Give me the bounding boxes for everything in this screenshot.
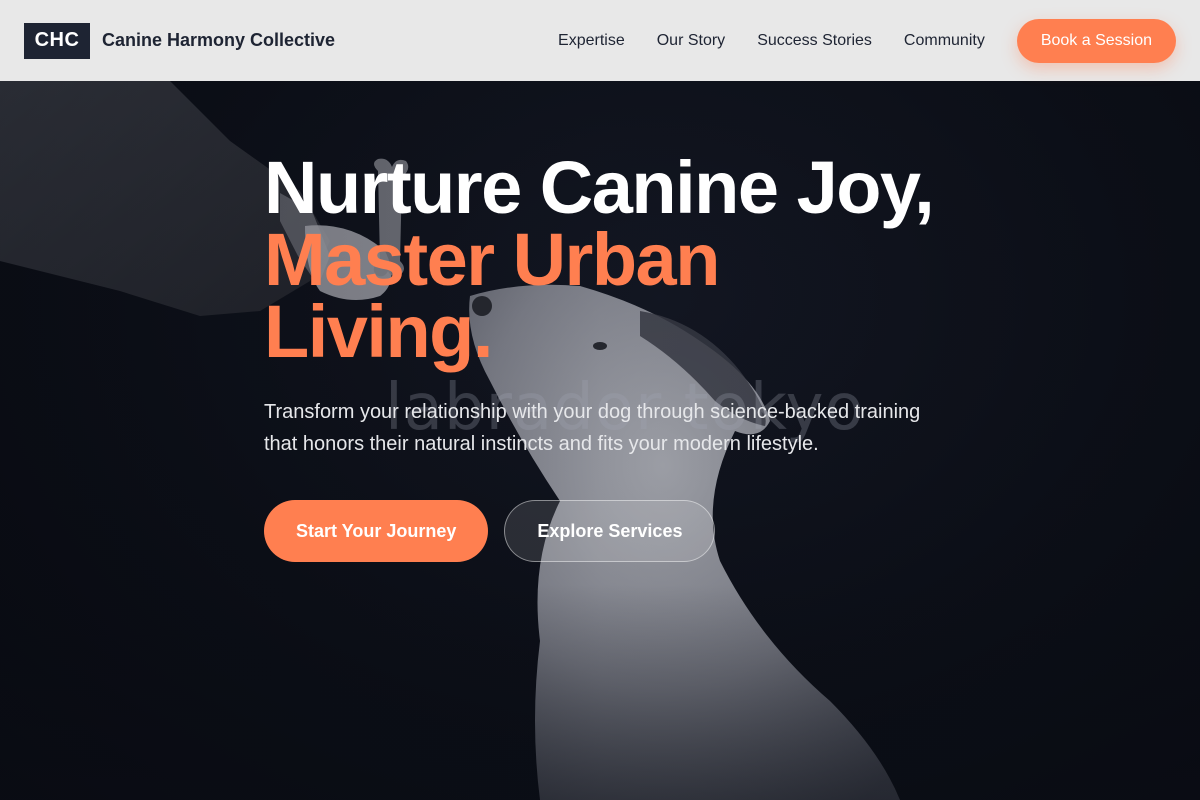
book-session-button[interactable]: Book a Session [1016,18,1176,63]
main-nav: Expertise Our Story Success Stories Comm… [558,18,1176,63]
hero-content: Nurture Canine Joy, Master Urban Living.… [264,146,964,562]
start-journey-button[interactable]: Start Your Journey [264,500,489,562]
headline-line-3: Living. [264,290,493,373]
explore-services-button[interactable]: Explore Services [504,500,716,562]
hero-subtitle: Transform your relationship with your do… [264,401,921,455]
landing-page: CHC Canine Harmony Collective Expertise … [0,0,1200,800]
headline-line-1: Nurture Canine Joy, [264,146,935,229]
nav-link-expertise[interactable]: Expertise [558,32,625,50]
site-header: CHC Canine Harmony Collective Expertise … [0,0,1200,81]
hero-headline: Nurture Canine Joy, Master Urban Living. [264,146,964,373]
headline-line-2: Master Urban [264,218,720,301]
logo-text: CHC [34,29,80,51]
nav-link-success-stories[interactable]: Success Stories [757,32,872,50]
nav-link-our-story[interactable]: Our Story [657,32,725,50]
nav-link-community[interactable]: Community [904,32,985,50]
brand-name[interactable]: Canine Harmony Collective [102,30,335,51]
hero-cta-row: Start Your Journey Explore Services [264,500,964,562]
logo[interactable]: CHC [24,22,90,59]
